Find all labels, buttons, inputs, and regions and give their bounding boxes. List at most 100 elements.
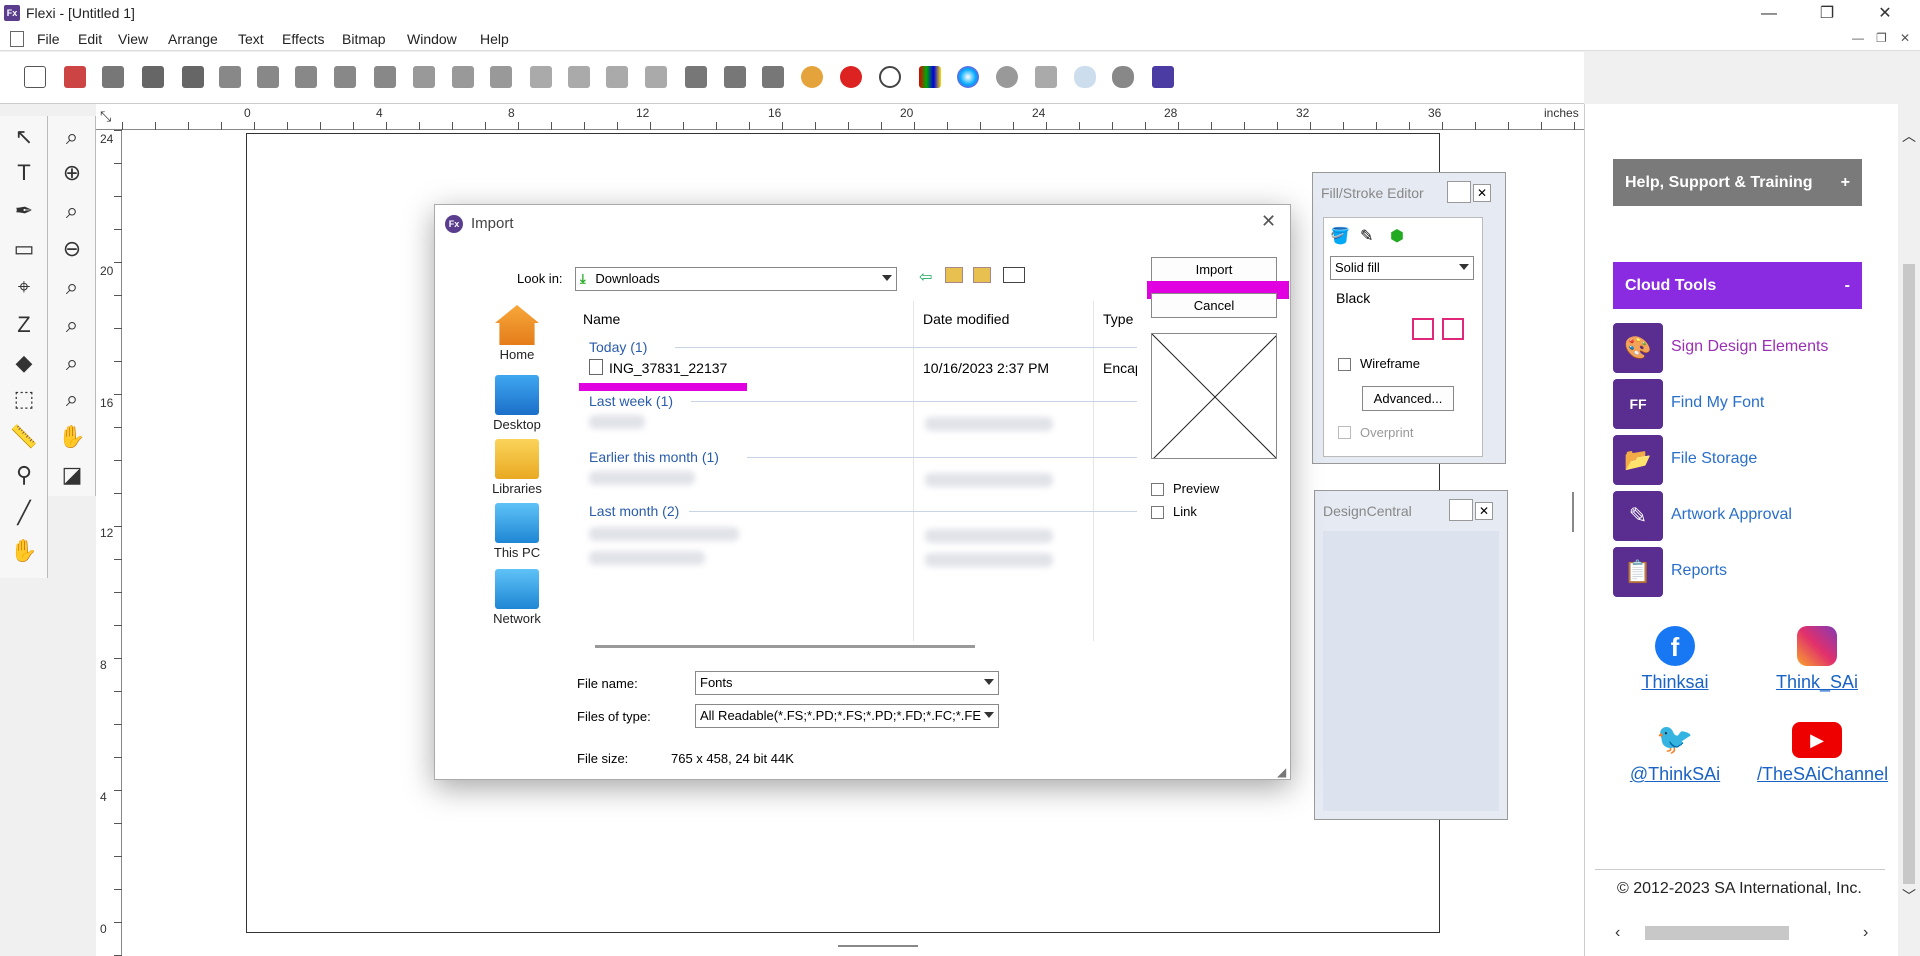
- zoom-z-tool-icon[interactable]: Z: [7, 308, 41, 342]
- zoom-previous-icon[interactable]: ⌕: [55, 346, 89, 380]
- rectangle-tool-icon[interactable]: ▭: [7, 232, 41, 266]
- column-header-type[interactable]: Type: [1103, 311, 1133, 327]
- social-facebook[interactable]: f Thinksai: [1615, 626, 1735, 693]
- advanced-button[interactable]: Advanced...: [1362, 386, 1454, 411]
- undo-icon[interactable]: [526, 62, 556, 92]
- info-icon[interactable]: [992, 62, 1022, 92]
- social-twitter[interactable]: 🐦 @ThinkSAi: [1615, 722, 1735, 785]
- text-tool-icon[interactable]: T: [7, 156, 41, 190]
- send-icon[interactable]: [291, 62, 321, 92]
- group-earlier-this-month[interactable]: Earlier this month (1): [589, 449, 719, 465]
- cloud-sync-icon[interactable]: [1108, 62, 1138, 92]
- restore-button[interactable]: ❐: [1804, 0, 1850, 27]
- panel-close-button[interactable]: ✕: [1475, 502, 1493, 520]
- resize-grip-icon[interactable]: ◢: [1277, 765, 1286, 779]
- overprint-checkbox[interactable]: [1338, 426, 1351, 439]
- files-of-type-select[interactable]: All Readable(*.FS;*.PD;*.FS;*.PD;*.FD;*.…: [695, 704, 999, 728]
- zoom-out-icon[interactable]: ⊖: [55, 232, 89, 266]
- fill-bucket-icon[interactable]: 🪣: [1330, 226, 1350, 246]
- open-icon[interactable]: [60, 62, 90, 92]
- scroll-left-icon[interactable]: ‹: [1615, 924, 1620, 942]
- file-name[interactable]: ING_37831_22137: [609, 360, 727, 376]
- redo-list-icon[interactable]: [641, 62, 671, 92]
- minimize-button[interactable]: —: [1746, 0, 1792, 27]
- zoom-icon[interactable]: [875, 62, 905, 92]
- horizontal-ruler[interactable]: ⤡ 0 4 8 12 16 20 24 28 32 36 inches: [96, 104, 1584, 130]
- cloud-tools-header[interactable]: Cloud Tools -: [1613, 262, 1862, 309]
- save-icon[interactable]: [98, 62, 128, 92]
- import-icon[interactable]: [138, 62, 168, 92]
- paste-icon[interactable]: [486, 62, 516, 92]
- menu-bitmap[interactable]: Bitmap: [342, 31, 386, 47]
- menu-effects[interactable]: Effects: [282, 31, 325, 47]
- column-header-date[interactable]: Date modified: [923, 311, 1009, 327]
- pan-tool-icon[interactable]: ✋: [55, 420, 89, 454]
- group-today[interactable]: Today (1): [589, 339, 647, 355]
- align-bottom-icon[interactable]: [370, 62, 400, 92]
- place-network[interactable]: Network: [477, 569, 557, 626]
- mdi-minimize-button[interactable]: —: [1852, 31, 1864, 45]
- job-icon[interactable]: [720, 62, 750, 92]
- color-wheel-icon[interactable]: [953, 62, 983, 92]
- import-button[interactable]: Import: [1151, 257, 1277, 282]
- panel-minimize-button[interactable]: [1447, 181, 1471, 203]
- material-icon[interactable]: [1031, 62, 1061, 92]
- zoom-all-icon[interactable]: ⌕: [55, 308, 89, 342]
- stroke-pencil-icon[interactable]: ✎: [1360, 226, 1373, 246]
- fill-type-select[interactable]: Solid fill: [1330, 256, 1474, 280]
- redo-icon[interactable]: [602, 62, 632, 92]
- ruler-origin-icon[interactable]: ⤡: [100, 108, 111, 125]
- knife-tool-icon[interactable]: ╱: [7, 496, 41, 530]
- file-list[interactable]: Name Date modified Type Today (1) ING_37…: [575, 301, 1137, 641]
- color-drop-icon[interactable]: [836, 62, 866, 92]
- place-this-pc[interactable]: This PC: [477, 503, 557, 560]
- file-name-input[interactable]: Fonts: [695, 671, 999, 695]
- menu-help[interactable]: Help: [480, 31, 509, 47]
- layout-icon[interactable]: [681, 62, 711, 92]
- palette-icon[interactable]: [797, 62, 827, 92]
- place-libraries[interactable]: Libraries: [477, 439, 557, 496]
- shape-tool-icon[interactable]: ◆: [7, 346, 41, 380]
- place-home[interactable]: Home: [477, 305, 557, 362]
- measure-tool-icon[interactable]: 📏: [7, 420, 41, 454]
- view-menu-icon[interactable]: [1003, 267, 1025, 283]
- help-support-header[interactable]: Help, Support & Training +: [1613, 159, 1862, 206]
- mdi-close-button[interactable]: ✕: [1900, 31, 1910, 45]
- cloud-icon[interactable]: [1070, 62, 1100, 92]
- social-youtube[interactable]: ▶ /TheSAiChannel: [1757, 722, 1888, 785]
- vertical-scrollbar-thumb[interactable]: [1903, 264, 1915, 884]
- new-folder-icon[interactable]: [973, 267, 991, 283]
- eyedropper-tool-icon[interactable]: ⚲: [7, 458, 41, 492]
- print-icon[interactable]: [215, 62, 245, 92]
- select-tool-icon[interactable]: ↖: [7, 120, 41, 154]
- export-icon[interactable]: [178, 62, 208, 92]
- scroll-right-icon[interactable]: ›: [1863, 924, 1868, 942]
- vertical-ruler[interactable]: 24 20 16 12 8 4 0: [96, 130, 122, 956]
- new-document-icon[interactable]: [20, 62, 50, 92]
- copy-icon[interactable]: [448, 62, 478, 92]
- cloud-item-file-storage[interactable]: 📂 File Storage: [1613, 435, 1873, 485]
- social-link[interactable]: @ThinkSAi: [1615, 764, 1735, 785]
- zoom-page-icon[interactable]: ⌕: [55, 194, 89, 228]
- panel-minimize-button[interactable]: [1449, 499, 1473, 521]
- paint-tool-icon[interactable]: ✋: [7, 534, 41, 568]
- dialog-close-icon[interactable]: ✕: [1261, 211, 1276, 232]
- stroke-swatch-icon[interactable]: [1442, 318, 1464, 340]
- menu-view[interactable]: View: [118, 31, 148, 47]
- social-link[interactable]: Think_SAi: [1757, 672, 1877, 693]
- cancel-button[interactable]: Cancel: [1151, 293, 1277, 318]
- design-central-icon[interactable]: [1148, 62, 1178, 92]
- align-icon[interactable]: [330, 62, 360, 92]
- preview-checkbox[interactable]: [1151, 483, 1164, 496]
- mdi-restore-button[interactable]: ❐: [1876, 31, 1887, 45]
- horizontal-scrollbar-thumb[interactable]: [1645, 926, 1789, 940]
- right-panel-scrollbar[interactable]: ︿ ﹀: [1898, 104, 1920, 956]
- file-list-scrollbar[interactable]: [595, 645, 975, 648]
- group-last-week[interactable]: Last week (1): [589, 393, 673, 409]
- zoom-actual-icon[interactable]: ⌕: [55, 382, 89, 416]
- cloud-item-reports[interactable]: 📋 Reports: [1613, 547, 1873, 597]
- social-link[interactable]: /TheSAiChannel: [1757, 764, 1888, 785]
- production-icon[interactable]: [758, 62, 788, 92]
- h-scroll-grip[interactable]: [838, 945, 918, 947]
- cut-mark-icon[interactable]: [253, 62, 283, 92]
